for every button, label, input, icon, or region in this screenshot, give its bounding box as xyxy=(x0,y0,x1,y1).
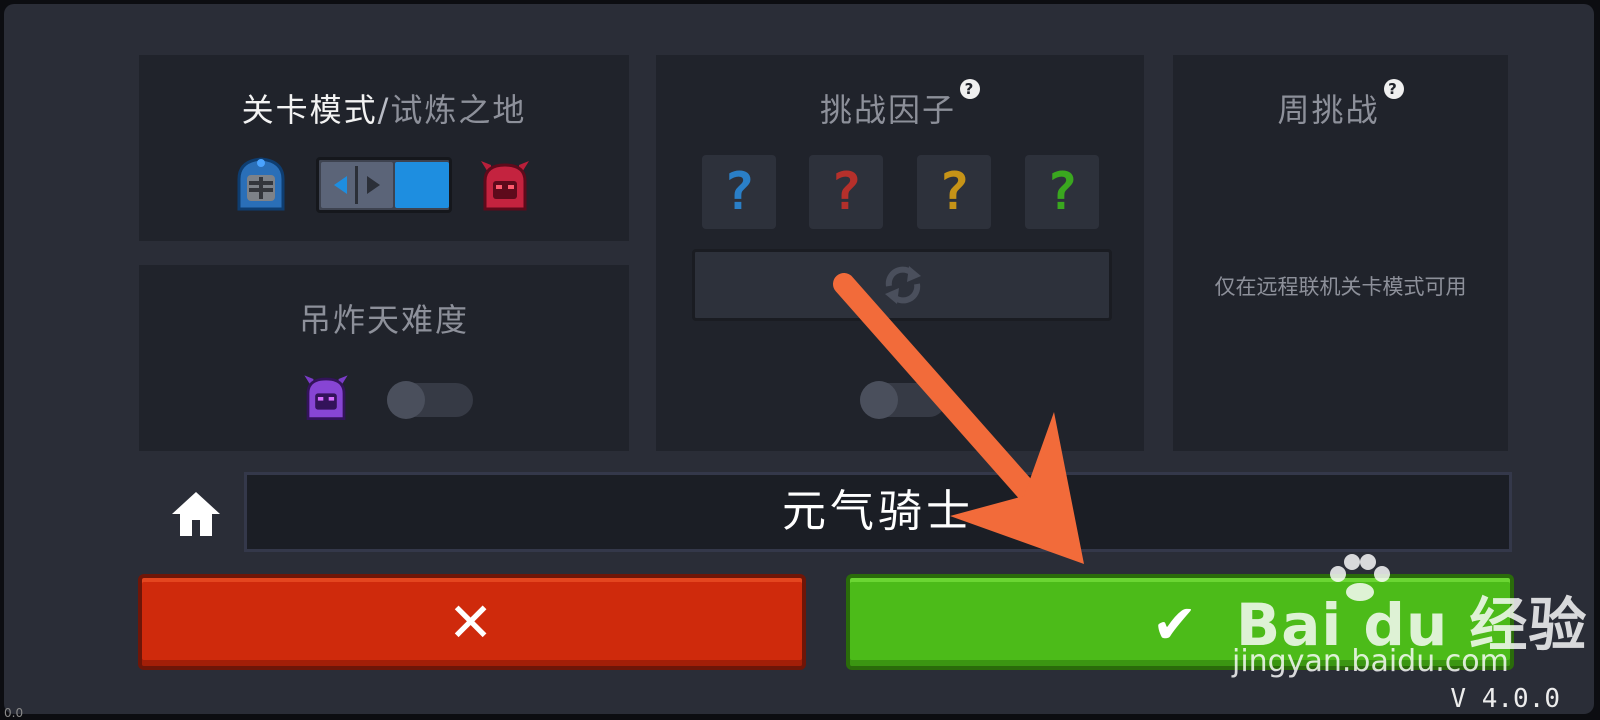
game-setup-screen: 关卡模式/试炼之地 吊炸天难度 挑战因子? ? ? ? ? 周挑战? 仅在远程联… xyxy=(4,4,1594,714)
version-label: V 4.0.0 xyxy=(1450,684,1560,714)
corner-text: 0.0 xyxy=(4,706,24,720)
watermark-url: jingyan.baidu.com xyxy=(1232,644,1509,679)
